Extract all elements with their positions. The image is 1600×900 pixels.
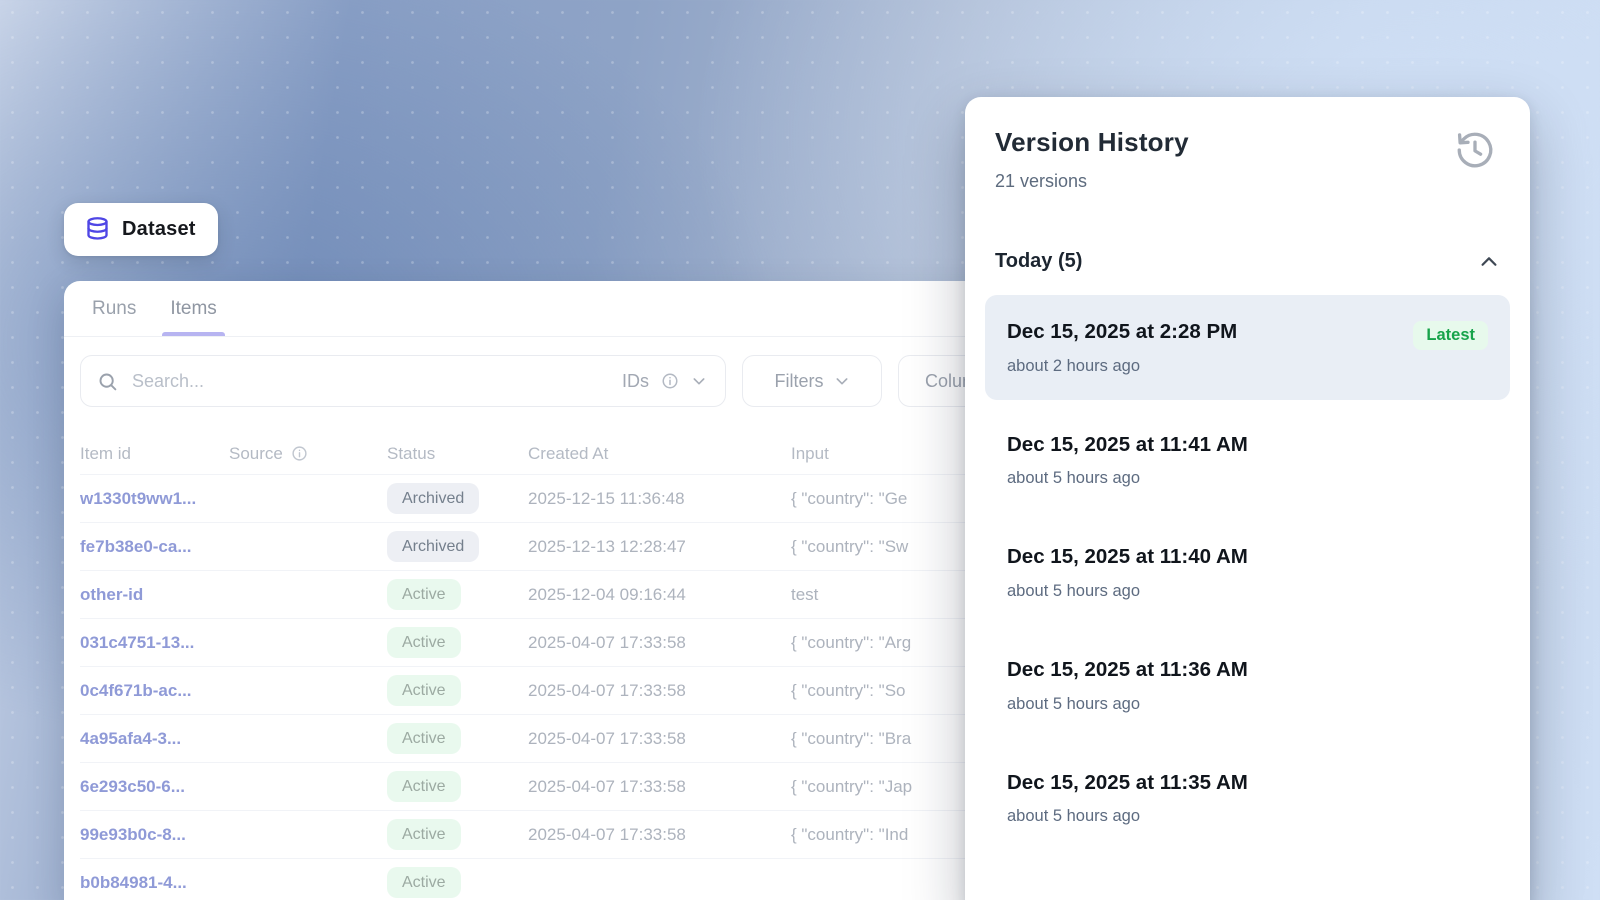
status-cell: Archived — [387, 483, 528, 514]
search-icon — [97, 371, 118, 392]
latest-badge: Latest — [1413, 321, 1488, 350]
version-history-title: Version History — [995, 127, 1500, 158]
history-icon[interactable] — [1454, 129, 1496, 171]
version-entry-subtitle: about 5 hours ago — [1007, 695, 1248, 714]
info-icon — [291, 445, 308, 462]
version-entry-subtitle: about 5 hours ago — [1007, 469, 1248, 488]
status-cell: Active — [387, 771, 528, 802]
filters-button[interactable]: Filters — [742, 355, 882, 407]
column-header-item-id[interactable]: Item id — [80, 444, 229, 464]
version-entry-text: Dec 15, 2025 at 11:41 AM about 5 hours a… — [1007, 432, 1248, 489]
status-cell: Active — [387, 723, 528, 754]
status-cell: Active — [387, 867, 528, 898]
status-badge: Active — [387, 627, 461, 658]
version-entry-text: Dec 15, 2025 at 11:36 AM about 5 hours a… — [1007, 657, 1248, 714]
created-at-cell: 2025-12-15 11:36:48 — [528, 489, 791, 509]
version-entry-subtitle: about 5 hours ago — [1007, 807, 1248, 826]
version-history-panel: Version History 21 versions Today (5) De… — [965, 97, 1530, 900]
version-group-today[interactable]: Today (5) — [965, 250, 1530, 273]
version-entry-title: Dec 15, 2025 at 11:41 AM — [1007, 432, 1248, 458]
status-badge: Active — [387, 723, 461, 754]
version-entry[interactable]: Dec 15, 2025 at 11:35 AM about 5 hours a… — [985, 746, 1510, 851]
version-entry-title: Dec 15, 2025 at 11:36 AM — [1007, 657, 1248, 683]
status-badge: Active — [387, 819, 461, 850]
tab-items[interactable]: Items — [170, 281, 216, 336]
created-at-cell: 2025-12-04 09:16:44 — [528, 585, 791, 605]
status-badge: Archived — [387, 531, 479, 562]
version-list: Dec 15, 2025 at 2:28 PM about 2 hours ag… — [965, 295, 1530, 850]
created-at-cell: 2025-04-07 17:33:58 — [528, 633, 791, 653]
version-entry[interactable]: Dec 15, 2025 at 2:28 PM about 2 hours ag… — [985, 295, 1510, 400]
created-at-cell: 2025-12-13 12:28:47 — [528, 537, 791, 557]
item-id-link[interactable]: fe7b38e0-ca... — [80, 537, 229, 557]
info-icon — [661, 372, 679, 390]
version-entry[interactable]: Dec 15, 2025 at 11:41 AM about 5 hours a… — [985, 408, 1510, 513]
tab-runs[interactable]: Runs — [92, 281, 136, 336]
item-id-link[interactable]: 99e93b0c-8... — [80, 825, 229, 845]
item-id-link[interactable]: 6e293c50-6... — [80, 777, 229, 797]
dataset-badge-label: Dataset — [122, 218, 196, 241]
created-at-cell: 2025-04-07 17:33:58 — [528, 777, 791, 797]
status-badge: Archived — [387, 483, 479, 514]
version-entry-text: Dec 15, 2025 at 11:35 AM about 5 hours a… — [1007, 770, 1248, 827]
status-badge: Active — [387, 867, 461, 898]
item-id-link[interactable]: w1330t9ww1... — [80, 489, 229, 509]
version-entry-title: Dec 15, 2025 at 11:35 AM — [1007, 770, 1248, 796]
created-at-cell: 2025-04-07 17:33:58 — [528, 825, 791, 845]
item-id-link[interactable]: 0c4f671b-ac... — [80, 681, 229, 701]
version-history-header: Version History 21 versions — [965, 127, 1530, 192]
chevron-up-icon[interactable] — [1478, 251, 1500, 273]
status-cell: Active — [387, 579, 528, 610]
version-entry-subtitle: about 5 hours ago — [1007, 582, 1248, 601]
status-cell: Active — [387, 627, 528, 658]
created-at-cell: 2025-04-07 17:33:58 — [528, 729, 791, 749]
database-icon — [84, 216, 111, 243]
column-header-source[interactable]: Source — [229, 444, 387, 464]
item-id-link[interactable]: other-id — [80, 585, 229, 605]
item-id-link[interactable]: b0b84981-4... — [80, 873, 229, 893]
item-id-link[interactable]: 4a95afa4-3... — [80, 729, 229, 749]
version-entry-text: Dec 15, 2025 at 11:40 AM about 5 hours a… — [1007, 544, 1248, 601]
status-badge: Active — [387, 675, 461, 706]
column-header-created-at[interactable]: Created At — [528, 444, 791, 464]
status-badge: Active — [387, 771, 461, 802]
dataset-badge[interactable]: Dataset — [64, 203, 218, 256]
status-cell: Active — [387, 675, 528, 706]
chevron-down-icon — [834, 373, 850, 389]
column-header-source-label: Source — [229, 444, 283, 464]
ids-dropdown[interactable]: IDs — [622, 371, 707, 392]
status-badge: Active — [387, 579, 461, 610]
version-entry-text: Dec 15, 2025 at 2:28 PM about 2 hours ag… — [1007, 319, 1237, 376]
version-entry-title: Dec 15, 2025 at 2:28 PM — [1007, 319, 1237, 345]
created-at-cell: 2025-04-07 17:33:58 — [528, 681, 791, 701]
search-input[interactable] — [132, 371, 608, 392]
chevron-down-icon — [691, 373, 707, 389]
status-cell: Archived — [387, 531, 528, 562]
version-entry[interactable]: Dec 15, 2025 at 11:36 AM about 5 hours a… — [985, 633, 1510, 738]
version-entry-title: Dec 15, 2025 at 11:40 AM — [1007, 544, 1248, 570]
column-header-status[interactable]: Status — [387, 444, 528, 464]
version-group-label: Today (5) — [995, 250, 1082, 273]
search-box[interactable]: IDs — [80, 355, 726, 407]
filters-button-label: Filters — [775, 371, 824, 392]
version-entry[interactable]: Dec 15, 2025 at 11:40 AM about 5 hours a… — [985, 520, 1510, 625]
ids-dropdown-label: IDs — [622, 371, 649, 392]
version-count: 21 versions — [995, 171, 1500, 192]
item-id-link[interactable]: 031c4751-13... — [80, 633, 229, 653]
version-entry-subtitle: about 2 hours ago — [1007, 357, 1237, 376]
status-cell: Active — [387, 819, 528, 850]
